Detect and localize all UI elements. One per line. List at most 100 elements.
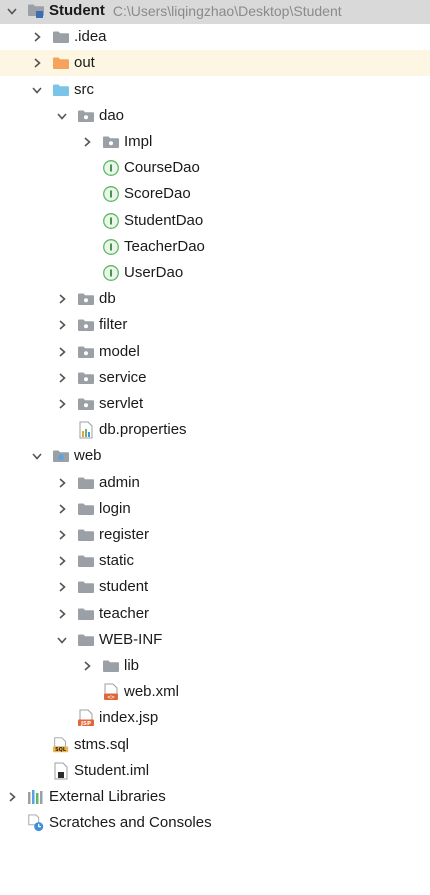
tree-item-label: teacher	[99, 604, 150, 622]
folder-icon	[77, 500, 95, 518]
arrow-placeholder	[80, 266, 94, 280]
web-folder-icon	[52, 447, 70, 465]
chevron-right-icon[interactable]	[55, 397, 69, 411]
tree-row-filter[interactable]: filter	[0, 312, 430, 338]
tree-row-index-jsp[interactable]: JSP index.jsp	[0, 705, 430, 731]
tree-row-web-xml[interactable]: <> web.xml	[0, 679, 430, 705]
tree-row-model[interactable]: model	[0, 339, 430, 365]
tree-item-label: TeacherDao	[124, 237, 205, 255]
interface-icon: I	[102, 238, 120, 256]
tree-item-label: login	[99, 499, 131, 517]
tree-item-label: student	[99, 578, 149, 596]
tree-row-idea[interactable]: .idea	[0, 24, 430, 50]
chevron-down-icon[interactable]	[55, 633, 69, 647]
module-folder-icon	[27, 2, 45, 20]
chevron-right-icon[interactable]	[55, 580, 69, 594]
tree-item-label: src	[74, 80, 94, 98]
tree-row-web[interactable]: web	[0, 443, 430, 469]
tree-item-label: StudentDao	[124, 211, 204, 229]
tree-row-userdao[interactable]: I UserDao	[0, 260, 430, 286]
chevron-down-icon[interactable]	[30, 449, 44, 463]
chevron-right-icon[interactable]	[55, 502, 69, 516]
package-icon	[102, 133, 120, 151]
arrow-placeholder	[55, 423, 69, 437]
chevron-right-icon[interactable]	[55, 371, 69, 385]
chevron-down-icon[interactable]	[30, 83, 44, 97]
tree-row-student-iml[interactable]: Student.iml	[0, 758, 430, 784]
chevron-right-icon[interactable]	[30, 30, 44, 44]
package-icon	[77, 395, 95, 413]
svg-text:I: I	[109, 164, 113, 175]
interface-icon: I	[102, 185, 120, 203]
tree-item-label: admin	[99, 473, 140, 491]
tree-item-label: Student	[49, 2, 105, 19]
chevron-right-icon[interactable]	[55, 528, 69, 542]
tree-item-label: lib	[124, 657, 140, 674]
tree-row-impl[interactable]: Impl	[0, 129, 430, 155]
tree-row-servlet[interactable]: servlet	[0, 391, 430, 417]
package-icon	[77, 290, 95, 308]
tree-row-student[interactable]: student	[0, 574, 430, 600]
folder-source-icon	[52, 81, 70, 99]
tree-item-label: out	[74, 54, 95, 72]
folder-excluded-icon	[52, 54, 70, 72]
jsp-file-icon: JSP	[77, 709, 95, 727]
tree-item-label: ScoreDao	[124, 185, 191, 203]
tree-row-db-properties[interactable]: db.properties	[0, 417, 430, 443]
tree-row-teacher[interactable]: teacher	[0, 601, 430, 627]
chevron-right-icon[interactable]	[80, 135, 94, 149]
tree-row-out[interactable]: out	[0, 50, 430, 77]
chevron-down-icon[interactable]	[5, 4, 19, 18]
chevron-right-icon[interactable]	[55, 292, 69, 306]
tree-item-label: servlet	[99, 395, 144, 412]
tree-row-src[interactable]: src	[0, 77, 430, 103]
tree-row-register[interactable]: register	[0, 522, 430, 548]
tree-row-web-inf[interactable]: WEB-INF	[0, 627, 430, 653]
iml-file-icon	[52, 762, 70, 780]
folder-icon	[52, 28, 70, 46]
tree-row-external-libraries[interactable]: External Libraries	[0, 784, 430, 810]
tree-row-stms-sql[interactable]: SQL stms.sql	[0, 732, 430, 758]
arrow-placeholder	[80, 685, 94, 699]
svg-text:I: I	[109, 190, 113, 201]
chevron-right-icon[interactable]	[55, 607, 69, 621]
project-path: C:\Users\liqingzhao\Desktop\Student	[112, 3, 342, 19]
chevron-right-icon[interactable]	[55, 318, 69, 332]
chevron-down-icon[interactable]	[55, 109, 69, 123]
tree-row-db[interactable]: db	[0, 286, 430, 312]
interface-icon: I	[102, 159, 120, 177]
arrow-placeholder	[5, 816, 19, 830]
tree-row-admin[interactable]: admin	[0, 470, 430, 496]
chevron-right-icon[interactable]	[55, 476, 69, 490]
tree-row-login[interactable]: login	[0, 496, 430, 522]
arrow-placeholder	[30, 738, 44, 752]
chevron-right-icon[interactable]	[80, 659, 94, 673]
tree-row-dao[interactable]: dao	[0, 103, 430, 129]
tree-row-coursedao[interactable]: I CourseDao	[0, 155, 430, 181]
chevron-right-icon[interactable]	[55, 554, 69, 568]
chevron-right-icon[interactable]	[30, 56, 44, 70]
tree-row-studentdao[interactable]: I StudentDao	[0, 208, 430, 234]
package-icon	[77, 369, 95, 387]
tree-item-label: model	[99, 342, 140, 360]
tree-item-label: External Libraries	[49, 788, 166, 805]
tree-row-scoredao[interactable]: I ScoreDao	[0, 181, 430, 207]
tree-row-service[interactable]: service	[0, 365, 430, 391]
tree-row-student[interactable]: Student C:\Users\liqingzhao\Desktop\Stude…	[0, 0, 430, 24]
chevron-right-icon[interactable]	[5, 790, 19, 804]
folder-icon	[77, 578, 95, 596]
tree-row-lib[interactable]: lib	[0, 653, 430, 679]
svg-text:<>: <>	[107, 694, 115, 701]
properties-file-icon	[77, 421, 95, 439]
svg-text:I: I	[109, 216, 113, 227]
tree-row-teacherdao[interactable]: I TeacherDao	[0, 234, 430, 260]
tree-item-label: stms.sql	[74, 735, 130, 753]
tree-row-static[interactable]: static	[0, 548, 430, 574]
tree-row-scratches-and-consoles[interactable]: Scratches and Consoles	[0, 810, 430, 836]
arrow-placeholder	[30, 764, 44, 778]
xml-file-icon: <>	[102, 683, 120, 701]
interface-icon: I	[102, 212, 120, 230]
chevron-right-icon[interactable]	[55, 345, 69, 359]
arrow-placeholder	[55, 711, 69, 725]
tree-item-label: register	[99, 526, 150, 543]
